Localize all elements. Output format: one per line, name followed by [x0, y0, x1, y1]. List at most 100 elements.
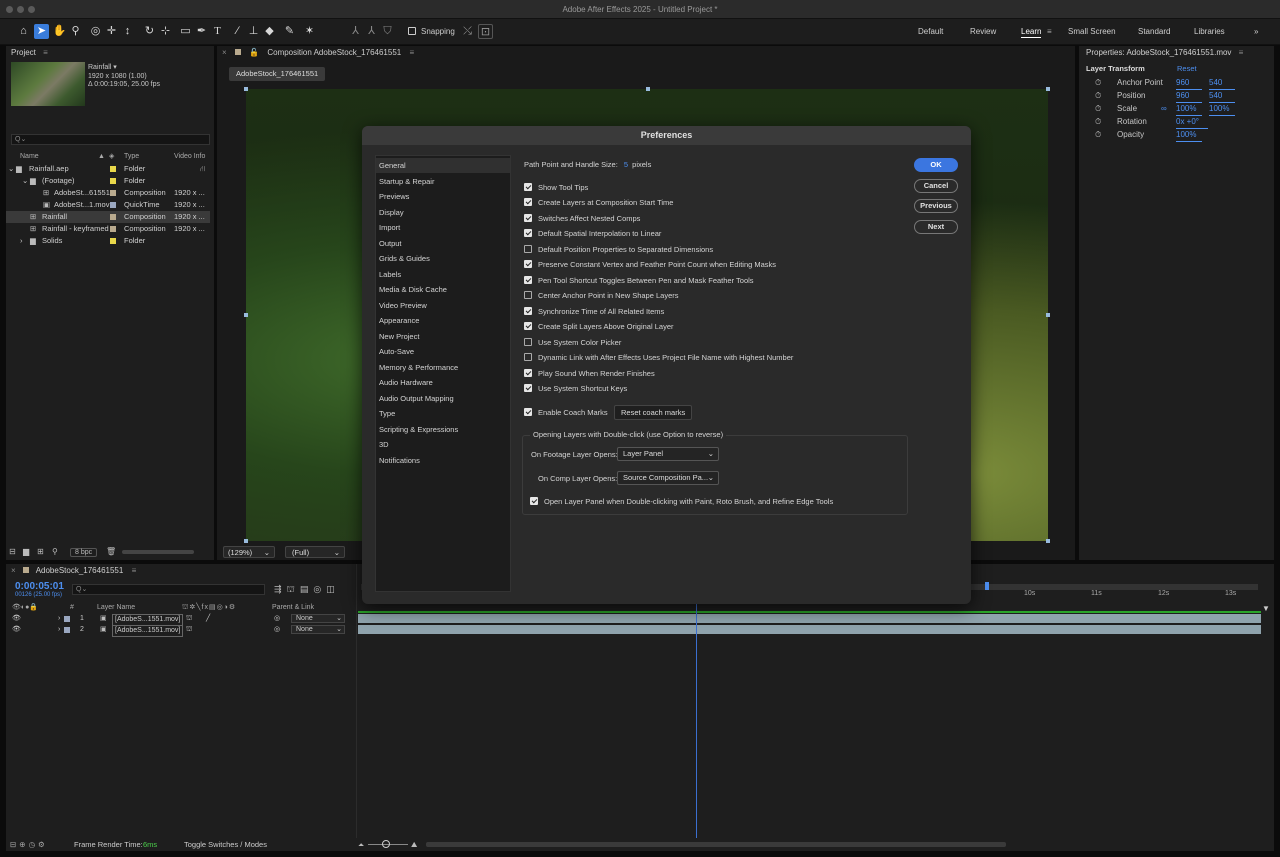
expand-chevron-icon[interactable]: ⌄	[8, 163, 14, 175]
delete-icon[interactable]: 🗑	[106, 545, 116, 559]
stopwatch-icon[interactable]: ⏱	[1095, 89, 1101, 102]
visibility-eye-icon[interactable]: 👁	[12, 614, 21, 624]
shy-layers-icon[interactable]: ⛫	[287, 584, 300, 594]
label-swatch[interactable]	[110, 202, 116, 208]
bounding-handle[interactable]	[244, 87, 248, 91]
category-3d[interactable]: 3D	[376, 437, 510, 452]
option-system-shortcut-keys[interactable]: Use System Shortcut Keys	[524, 382, 627, 396]
checkbox[interactable]	[524, 276, 532, 284]
option-switches-nested[interactable]: Switches Affect Nested Comps	[524, 212, 640, 226]
pick-whip-icon[interactable]: ◎	[274, 614, 280, 624]
category-previews[interactable]: Previews	[376, 189, 510, 204]
layer-label-swatch[interactable]	[64, 616, 70, 622]
bounding-handle[interactable]	[1046, 539, 1050, 543]
type-tool-icon[interactable]: T	[210, 24, 225, 39]
panel-menu-icon[interactable]: ≡	[132, 566, 137, 575]
composition-tab[interactable]: Composition AdobeStock_176461551	[267, 48, 401, 57]
option-show-tool-tips[interactable]: Show Tool Tips	[524, 181, 588, 195]
category-scripting-expressions[interactable]: Scripting & Expressions	[376, 422, 510, 437]
hierarchy-icon[interactable]: ⛙	[200, 163, 205, 175]
snapping-checkbox[interactable]	[408, 27, 416, 35]
bounding-handle[interactable]	[1046, 313, 1050, 317]
checkbox[interactable]	[524, 384, 532, 392]
thumbnail-size-slider[interactable]	[122, 550, 194, 554]
lock-icon[interactable]: 🔓	[249, 48, 259, 57]
label-swatch[interactable]	[110, 238, 116, 244]
next-button[interactable]: Next	[914, 220, 958, 234]
snap-grid-icon[interactable]: ⊡	[478, 24, 493, 39]
label-swatch[interactable]	[110, 190, 116, 196]
option-pen-shortcut[interactable]: Pen Tool Shortcut Toggles Between Pen an…	[524, 274, 754, 288]
workspace-menu-icon[interactable]: ≡	[1047, 27, 1052, 36]
category-startup-repair[interactable]: Startup & Repair	[376, 174, 510, 189]
layer-name[interactable]: [AdobeS...1551.mov]	[112, 625, 184, 637]
timeline-layer-row[interactable]: 👁 › 2 ▣ [AdobeS...1551.mov] ⛫ ◎ None ⌄	[12, 625, 360, 637]
checkbox[interactable]	[524, 183, 532, 191]
checkbox[interactable]	[524, 338, 532, 346]
name-column-header[interactable]: Name	[20, 151, 39, 163]
collapse-switch-icon[interactable]: ⛫	[186, 614, 192, 624]
workspace-learn[interactable]: Learn	[1021, 27, 1042, 38]
property-value[interactable]: 100%	[1209, 102, 1235, 116]
stopwatch-icon[interactable]: ⏱	[1095, 102, 1101, 115]
checkbox[interactable]	[530, 497, 538, 505]
pan-camera-icon[interactable]: ✛	[104, 24, 119, 39]
option-open-layer-panel[interactable]: Open Layer Panel when Double-clicking wi…	[530, 495, 833, 509]
video-info-column-header[interactable]: Video Info	[174, 151, 205, 163]
property-value[interactable]: 100%	[1176, 128, 1202, 142]
label-swatch[interactable]	[110, 226, 116, 232]
status-toggle-icons[interactable]: ⊟⊕◷⚙	[10, 838, 48, 851]
properties-panel-title[interactable]: Properties: AdobeStock_176461551.mov	[1086, 48, 1231, 57]
clone-stamp-icon[interactable]: ⊥	[246, 24, 261, 39]
pick-whip-icon[interactable]: ◎	[274, 625, 280, 635]
checkbox[interactable]	[524, 260, 532, 268]
orbit-camera-icon[interactable]: ◎	[88, 24, 103, 39]
transform-reset-link[interactable]: Reset	[1177, 64, 1197, 73]
option-create-layers-start[interactable]: Create Layers at Composition Start Time	[524, 196, 673, 210]
checkbox[interactable]	[524, 307, 532, 315]
category-video-preview[interactable]: Video Preview	[376, 298, 510, 313]
collapse-switch-icon[interactable]: ⛫	[186, 625, 192, 635]
category-audio-hardware[interactable]: Audio Hardware	[376, 375, 510, 390]
parent-link-header[interactable]: Parent & Link	[272, 603, 314, 613]
new-folder-icon[interactable]: ▆	[23, 545, 29, 559]
project-row[interactable]: ⊞ AdobeSt...61551 Composition 1920 x ...	[6, 187, 210, 199]
brush-tool-icon[interactable]: ∕	[230, 24, 245, 39]
close-window-button[interactable]	[6, 6, 13, 13]
checkbox[interactable]	[524, 322, 532, 330]
stopwatch-icon[interactable]: ⏱	[1095, 115, 1101, 128]
checkbox[interactable]	[524, 229, 532, 237]
zoom-tool-icon[interactable]: ⚲	[68, 24, 83, 39]
property-value[interactable]: 540	[1209, 76, 1235, 90]
zoom-slider-handle[interactable]	[382, 840, 390, 848]
magnification-dropdown[interactable]: (129%) ⌄	[223, 546, 275, 558]
type-column-header[interactable]: Type	[124, 151, 139, 163]
close-tab-icon[interactable]: ×	[11, 566, 16, 575]
checkbox[interactable]	[524, 291, 532, 299]
checkbox[interactable]	[524, 198, 532, 206]
project-row[interactable]: ⌄ ▆ (Footage) Folder	[6, 175, 210, 187]
visibility-eye-icon[interactable]: 👁	[12, 625, 21, 635]
quality-switch-icon[interactable]: ╱	[206, 614, 210, 624]
minimize-window-button[interactable]	[17, 6, 24, 13]
property-value[interactable]: 540	[1209, 89, 1235, 103]
checkbox[interactable]	[524, 353, 532, 361]
zoom-in-icon[interactable]: ⛰	[411, 838, 417, 851]
project-settings-icon[interactable]: ⚲	[52, 545, 58, 559]
comp-layer-dropdown[interactable]: Source Composition Pa... ⌄	[617, 471, 719, 485]
bit-depth-button[interactable]: 8 bpc	[70, 548, 98, 557]
project-row[interactable]: ▣ AdobeSt...1.mov QuickTime 1920 x ...	[6, 199, 210, 211]
comp-flowchart-icon[interactable]: ⇶	[274, 584, 287, 594]
workspace-small-screen[interactable]: Small Screen	[1068, 27, 1116, 36]
category-display[interactable]: Display	[376, 205, 510, 220]
bounding-handle[interactable]	[244, 539, 248, 543]
close-tab-icon[interactable]: ×	[222, 48, 227, 57]
stopwatch-icon[interactable]: ⏱	[1095, 76, 1101, 89]
hand-tool-icon[interactable]: ✋	[52, 24, 67, 39]
label-swatch[interactable]	[110, 178, 116, 184]
zoom-window-button[interactable]	[28, 6, 35, 13]
workspace-libraries[interactable]: Libraries	[1194, 27, 1225, 36]
layer-bar[interactable]	[358, 625, 1261, 634]
option-spatial-linear[interactable]: Default Spatial Interpolation to Linear	[524, 227, 661, 241]
project-panel-title[interactable]: Project	[11, 48, 36, 57]
